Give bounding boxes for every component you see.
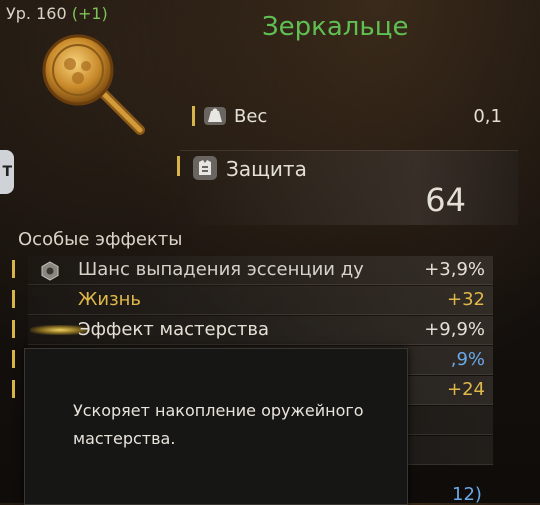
rune-icon [40,261,60,285]
item-level-bonus: (+1) [71,4,108,23]
effect-value: +3,9% [424,259,485,280]
weight-value: 0,1 [473,106,502,127]
effect-row: Шанс выпадения эссенции ду +3,9% [28,256,493,285]
effect-value: 12) [452,484,482,505]
item-level-value: Ур. 160 [6,4,67,23]
armor-icon [192,155,218,185]
effect-value: +9,9% [424,319,485,340]
effect-accent-bar [12,290,15,308]
item-mirror-icon [36,34,156,148]
effect-value: +32 [447,289,485,310]
effects-title: Особые эффекты [18,229,183,250]
effect-row: Жизнь +32 [28,286,493,315]
effect-accent-bar [12,320,15,338]
weight-label: Вес [234,106,268,127]
effect-label: Шанс выпадения эссенции ду [78,259,364,280]
side-tab-label: T [2,164,12,180]
effect-value: +24 [447,379,485,400]
side-tab[interactable]: T [0,150,14,194]
item-name: Зеркальце [262,12,409,42]
tooltip: Ускоряет накопление оружейного мастерств… [24,348,408,505]
effect-label: Эффект мастерства [78,319,270,340]
tooltip-text: Ускоряет накопление оружейного мастерств… [73,401,364,448]
weight-row: Вес 0,1 [192,102,502,130]
defense-panel: Защита 64 [180,150,518,225]
defense-value: 64 [425,181,466,219]
weight-icon [202,105,228,131]
effect-accent-bar [12,380,15,398]
defense-label: Защита [226,157,307,181]
effect-label: Жизнь [78,289,142,310]
item-level: Ур. 160 (+1) [6,4,108,23]
effect-accent-bar [12,350,15,368]
effect-row: Эффект мастерства +9,9% [28,316,493,345]
effect-value: ,9% [450,349,485,370]
effect-accent-bar [12,260,15,278]
